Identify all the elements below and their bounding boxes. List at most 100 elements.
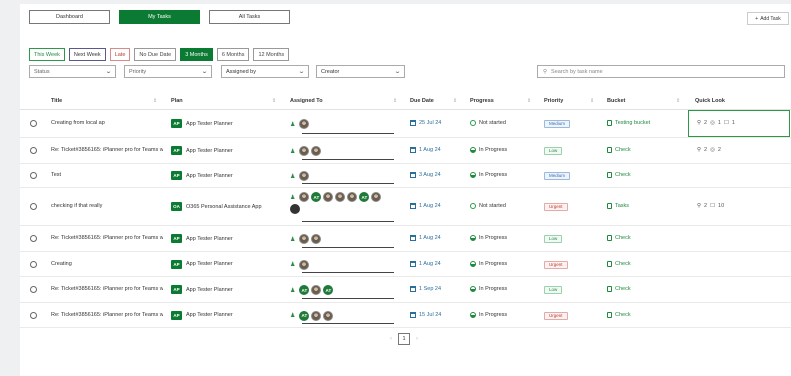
avatar[interactable]: AT [359, 192, 370, 202]
due-date-cell[interactable]: 1 Aug 24 [410, 235, 441, 241]
plan-cell[interactable]: AP App Tester Planner [171, 146, 233, 155]
complete-radio[interactable] [30, 203, 37, 210]
progress-cell[interactable]: In Progress [470, 311, 507, 318]
bucket-cell[interactable]: Testing bucket [607, 120, 650, 126]
progress-cell[interactable]: In Progress [470, 235, 507, 241]
status-dropdown[interactable]: Status ⌄ [29, 65, 116, 78]
due-date-cell[interactable]: 1 Aug 24 [410, 147, 441, 153]
avatar[interactable] [347, 192, 358, 202]
complete-radio[interactable] [30, 172, 37, 179]
add-person-icon[interactable]: ♟ [290, 194, 295, 201]
plan-cell[interactable]: AP App Tester Planner [171, 259, 233, 269]
task-title[interactable]: Creating from local ap [51, 120, 163, 126]
avatar[interactable] [299, 146, 310, 156]
col-bucket[interactable]: Bucket [607, 98, 625, 104]
task-title[interactable]: Creating [51, 261, 163, 267]
table-row[interactable]: Creating AP App Tester Planner ♟ 1 Aug 2… [20, 252, 791, 277]
col-quick-look[interactable]: Quick Look [695, 98, 725, 104]
progress-cell[interactable]: In Progress [470, 172, 507, 178]
avatar[interactable] [299, 119, 310, 129]
creator-dropdown[interactable]: Creator ⌄ [316, 65, 405, 78]
next-page-icon[interactable]: › [416, 336, 418, 342]
assigned-to-cell[interactable]: ♟ AT AT [290, 192, 390, 214]
due-date-cell[interactable]: 1 Sep 24 [410, 286, 441, 292]
prev-page-icon[interactable]: ‹ [390, 336, 392, 342]
bucket-cell[interactable]: Check [607, 235, 631, 241]
task-title[interactable]: Re: Ticket#3856165: iPlanner pro for Tea… [51, 286, 163, 292]
assigned-to-cell[interactable]: ♟ [290, 119, 390, 129]
due-date-cell[interactable]: 3 Aug 24 [410, 172, 441, 178]
quick-look-cell[interactable]: ⚲ 2 ☐ 10 [697, 203, 724, 209]
table-row[interactable]: Re: Ticket#3856165: iPlanner pro for Tea… [20, 138, 791, 164]
due-date-cell[interactable]: 15 Jul 24 [410, 311, 441, 318]
avatar[interactable]: AT [311, 192, 322, 202]
priority-dropdown[interactable]: Priority ⌄ [124, 65, 212, 78]
progress-cell[interactable]: In Progress [470, 286, 507, 292]
col-plan[interactable]: Plan [171, 98, 183, 104]
bucket-cell[interactable]: Check [607, 260, 631, 267]
sort-icon[interactable]: ⇕ [453, 98, 457, 104]
quick-look-cell[interactable]: ⚲ 2 ◎ 2 [697, 147, 721, 153]
bucket-cell[interactable]: Check [607, 286, 631, 292]
table-row[interactable]: Test AP App Tester Planner ♟ 3 Aug 24 In… [20, 164, 791, 188]
add-person-icon[interactable]: ♟ [290, 312, 295, 319]
chip-late[interactable]: Late [109, 48, 131, 61]
assigned-to-cell[interactable]: ♟ [290, 259, 390, 270]
add-person-icon[interactable]: ♟ [290, 287, 295, 294]
priority-cell[interactable]: Low [544, 235, 563, 243]
page-button[interactable]: 1 [398, 333, 410, 345]
avatar[interactable]: AT [323, 285, 334, 295]
complete-radio[interactable] [30, 260, 37, 268]
plan-cell[interactable]: AP App Tester Planner [171, 119, 233, 128]
assigned-by-dropdown[interactable]: Assigned by ⌄ [221, 65, 309, 78]
avatar[interactable] [299, 234, 310, 244]
all-tasks-tab[interactable]: All Tasks [209, 10, 290, 24]
complete-radio[interactable] [30, 311, 37, 319]
avatar[interactable] [371, 192, 382, 202]
task-title[interactable]: Test [51, 172, 163, 178]
avatar[interactable] [323, 192, 334, 202]
priority-cell[interactable]: Urgent [544, 203, 568, 211]
table-row[interactable]: Re: Ticket#3856165: iPlanner pro for Tea… [20, 226, 791, 252]
bucket-cell[interactable]: Tasks [607, 203, 629, 209]
complete-radio[interactable] [30, 235, 37, 242]
complete-radio[interactable] [30, 120, 37, 127]
add-person-icon[interactable]: ♟ [290, 236, 295, 243]
bucket-cell[interactable]: Check [607, 311, 631, 318]
col-assigned-to[interactable]: Assigned To [290, 98, 323, 104]
bucket-cell[interactable]: Check [607, 147, 631, 153]
table-row[interactable]: Re: Ticket#3856165: iPlanner pro for Tea… [20, 303, 791, 328]
task-title[interactable]: checking if that really [51, 203, 163, 209]
avatar[interactable] [290, 204, 300, 214]
chip-this-week[interactable]: This Week [29, 48, 65, 61]
chip-12-months[interactable]: 12 Months [253, 48, 290, 61]
col-due-date[interactable]: Due Date [410, 98, 434, 104]
add-task-button[interactable]: + Add Task [747, 12, 789, 25]
assigned-to-cell[interactable]: ♟ [290, 146, 390, 156]
priority-cell[interactable]: Low [544, 147, 563, 155]
avatar[interactable] [299, 259, 310, 270]
avatar[interactable] [323, 310, 334, 321]
avatar[interactable]: AT [299, 285, 310, 295]
priority-cell[interactable]: Urgent [544, 260, 568, 269]
plan-cell[interactable]: AP App Tester Planner [171, 285, 233, 294]
chip-6-months[interactable]: 6 Months [216, 48, 250, 61]
table-row[interactable]: checking if that really OA O365 Personal… [20, 188, 791, 226]
table-row[interactable]: Re: Ticket#3856165: iPlanner pro for Tea… [20, 277, 791, 303]
col-title[interactable]: Title [51, 98, 62, 104]
avatar[interactable] [299, 171, 310, 181]
sort-icon[interactable]: ⇕ [527, 98, 531, 104]
add-person-icon[interactable]: ♟ [290, 121, 295, 128]
col-priority[interactable]: Priority [544, 98, 563, 104]
priority-cell[interactable]: Medium [544, 172, 571, 180]
assigned-to-cell[interactable]: ♟ AT [290, 310, 390, 321]
chip-next-week[interactable]: Next Week [68, 48, 106, 61]
assigned-to-cell[interactable]: ♟ [290, 171, 390, 181]
sort-icon[interactable]: ⇕ [153, 98, 157, 104]
due-date-cell[interactable]: 1 Aug 24 [410, 260, 441, 267]
chip-no-due-date[interactable]: No Due Date [134, 48, 177, 61]
task-title[interactable]: Re: Ticket#3856165: iPlanner pro for Tea… [51, 312, 163, 318]
complete-radio[interactable] [30, 147, 37, 154]
chip-3-months[interactable]: 3 Months [180, 48, 213, 61]
progress-cell[interactable]: Not started [470, 120, 506, 126]
